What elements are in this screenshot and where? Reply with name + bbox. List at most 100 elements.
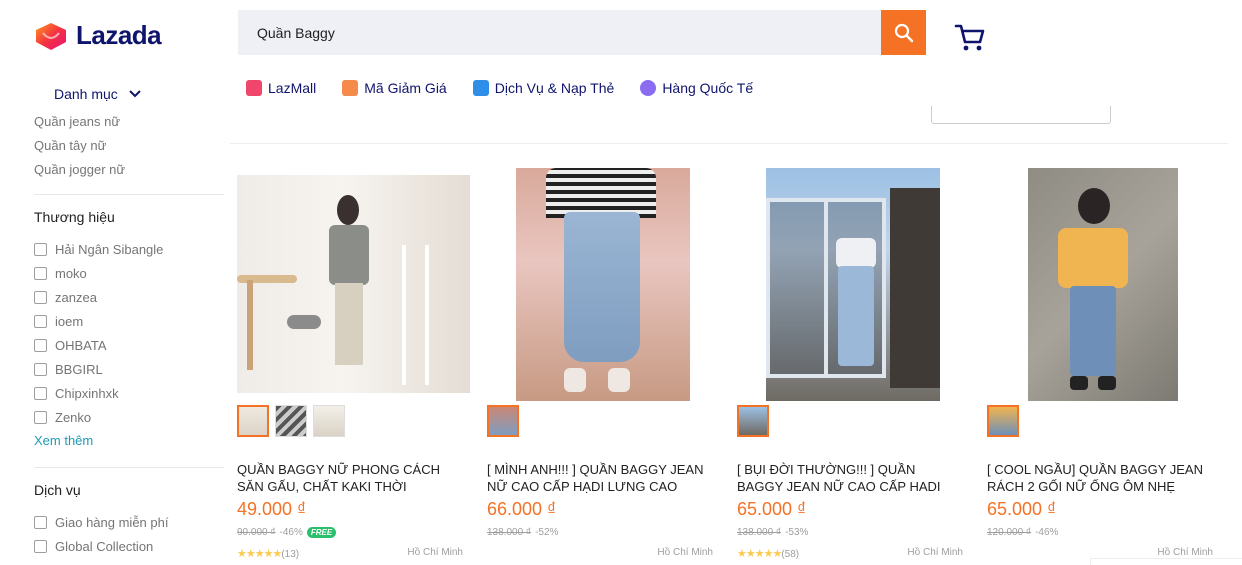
thumbnail[interactable]: [275, 405, 307, 437]
phone-icon: [472, 80, 489, 96]
divider: [34, 194, 224, 195]
thumbnail[interactable]: [313, 405, 345, 437]
product-title[interactable]: QUẦN BAGGY NỮ PHONG CÁCH SĂN GẤU, CHẤT K…: [237, 461, 459, 495]
divider: [230, 143, 1228, 144]
discount: -46%: [279, 526, 303, 538]
brand-filter[interactable]: Zenko: [34, 405, 224, 429]
basket-icon: [640, 80, 657, 96]
product-card[interactable]: [ BỤI ĐỜI THƯỜNG!!! ] QUẦN BAGGY JEAN NỮ…: [737, 160, 970, 561]
product-photo: [766, 168, 940, 401]
product-title[interactable]: [ BỤI ĐỜI THƯỜNG!!! ] QUẦN BAGGY JEAN NỮ…: [737, 461, 959, 495]
checkbox[interactable]: [34, 410, 47, 424]
product-title[interactable]: [ MÌNH ANH!!! ] QUẦN BAGGY JEAN NỮ CAO C…: [487, 461, 709, 495]
nav-services[interactable]: Dịch Vụ & Nạp Thẻ: [472, 80, 615, 96]
see-more-link[interactable]: Xem thêm: [34, 429, 224, 453]
review-count: (58): [781, 549, 800, 560]
brand-filter[interactable]: Hải Ngân Sibangle: [34, 237, 224, 261]
original-price: 120.000 ₫: [987, 526, 1032, 538]
discount: -53%: [785, 526, 809, 538]
nav-global[interactable]: Hàng Quốc Tế: [640, 80, 753, 96]
thumbnail[interactable]: [487, 405, 519, 437]
original-price: 138.000 ₫: [737, 526, 782, 538]
product-price: 65.000 ₫: [737, 499, 807, 519]
product-photo: [516, 168, 690, 401]
thumbnail-strip: [737, 405, 970, 439]
brand-label: BBGIRL: [55, 361, 103, 377]
brand-filter[interactable]: BBGIRL: [34, 357, 224, 381]
nav-label: Hàng Quốc Tế: [662, 80, 754, 96]
nav-label: Mã Giảm Giá: [364, 80, 447, 96]
lazada-logo[interactable]: Lazada: [34, 20, 162, 51]
thumbnail-strip: [987, 405, 1220, 439]
search-icon: [894, 23, 913, 42]
brand-filter[interactable]: zanzea: [34, 285, 224, 309]
thumbnail[interactable]: [237, 405, 269, 437]
original-price: 90.000 ₫: [237, 526, 276, 538]
brand-label: Chipxinhxk: [55, 385, 119, 401]
product-meta: ★★★★★(13) Hồ Chí Minh: [237, 547, 463, 561]
cart-icon[interactable]: [954, 22, 986, 52]
service-filter[interactable]: Global Collection: [34, 534, 224, 558]
checkbox[interactable]: [34, 242, 47, 256]
service-label: Giao hàng miễn phí: [55, 514, 169, 530]
sort-dropdown[interactable]: [931, 106, 1111, 124]
checkbox[interactable]: [34, 539, 47, 553]
category-link[interactable]: Quần jeans nữ: [34, 114, 224, 138]
product-image[interactable]: [487, 160, 720, 401]
product-card[interactable]: [ MÌNH ANH!!! ] QUẦN BAGGY JEAN NỮ CAO C…: [487, 160, 720, 561]
search-button[interactable]: [881, 10, 926, 55]
product-image[interactable]: [737, 160, 970, 401]
discount: -46%: [1035, 526, 1059, 538]
location: Hồ Chí Minh: [907, 547, 963, 558]
price-info: 120.000 ₫ -46%: [987, 525, 1220, 539]
product-card[interactable]: QUẦN BAGGY NỮ PHONG CÁCH SĂN GẤU, CHẤT K…: [237, 160, 470, 561]
floating-panel-edge: [1090, 558, 1242, 565]
product-photo: [237, 175, 470, 393]
brand-label: ioem: [55, 313, 84, 329]
product-image[interactable]: [237, 160, 470, 401]
filter-sidebar: Quần jeans nữ Quần tây nữ Quần jogger nữ…: [34, 114, 224, 558]
checkbox[interactable]: [34, 314, 47, 328]
original-price: 138.000 ₫: [487, 526, 532, 538]
brand-filter[interactable]: ioem: [34, 309, 224, 333]
location: Hồ Chí Minh: [657, 547, 713, 558]
nav-vouchers[interactable]: Mã Giảm Giá: [342, 80, 447, 96]
nav-label: LazMall: [268, 80, 317, 96]
product-image[interactable]: [987, 160, 1220, 401]
checkbox[interactable]: [34, 386, 47, 400]
brand-label: Hải Ngân Sibangle: [55, 241, 164, 257]
checkbox[interactable]: [34, 290, 47, 304]
header: Lazada: [0, 0, 1242, 70]
nav-label: Dịch Vụ & Nạp Thẻ: [494, 80, 615, 96]
category-toggle[interactable]: Danh mục: [54, 86, 142, 102]
product-card[interactable]: [ COOL NGẦU] QUẦN BAGGY JEAN RÁCH 2 GỐI …: [987, 160, 1220, 561]
checkbox[interactable]: [34, 266, 47, 280]
chevron-down-icon: [129, 90, 141, 98]
brand-heading: Thương hiệu: [34, 209, 115, 225]
brand-filter[interactable]: OHBATA: [34, 333, 224, 357]
brand-filter[interactable]: Chipxinhxk: [34, 381, 224, 405]
thumbnail[interactable]: [737, 405, 769, 437]
category-link[interactable]: Quần jogger nữ: [34, 162, 224, 186]
category-link[interactable]: Quần tây nữ: [34, 138, 224, 162]
product-photo: [1028, 168, 1178, 401]
discount: -52%: [535, 526, 559, 538]
thumbnail[interactable]: [987, 405, 1019, 437]
product-price: 49.000 ₫: [237, 499, 307, 519]
thumbnail-strip: [487, 405, 720, 439]
search-input[interactable]: [238, 10, 881, 55]
checkbox[interactable]: [34, 362, 47, 376]
divider: [34, 467, 224, 468]
review-count: (13): [281, 549, 300, 560]
search-bar: [238, 10, 926, 55]
checkbox[interactable]: [34, 515, 47, 529]
product-price: 65.000 ₫: [987, 499, 1057, 519]
checkbox[interactable]: [34, 338, 47, 352]
brand-filter[interactable]: moko: [34, 261, 224, 285]
rating-stars: ★★★★★: [737, 548, 782, 560]
nav-lazmall[interactable]: LazMall: [246, 80, 316, 96]
service-filter[interactable]: Giao hàng miễn phí: [34, 510, 224, 534]
voucher-icon: [342, 80, 359, 96]
rating-stars: ★★★★★: [237, 548, 282, 560]
product-title[interactable]: [ COOL NGẦU] QUẦN BAGGY JEAN RÁCH 2 GỐI …: [987, 461, 1209, 495]
